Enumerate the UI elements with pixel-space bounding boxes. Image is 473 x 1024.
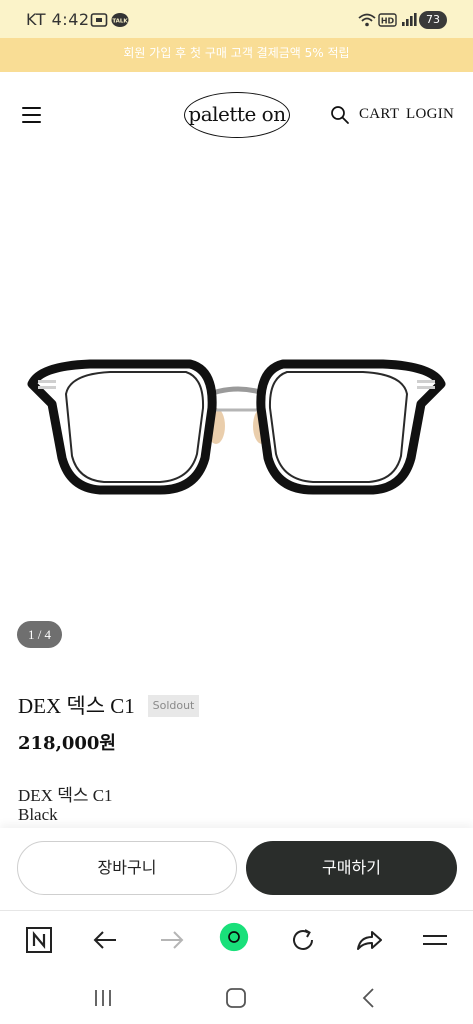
clock: 4:42 bbox=[51, 10, 90, 29]
purchase-bar: 장바구니 구매하기 bbox=[0, 828, 473, 910]
hamburger-menu-icon[interactable] bbox=[22, 106, 42, 124]
screenshot-icon bbox=[90, 12, 108, 28]
share-icon[interactable] bbox=[354, 925, 384, 955]
cart-link[interactable]: CART bbox=[359, 106, 399, 123]
green-dot-icon[interactable] bbox=[219, 922, 255, 958]
talk-icon: TALK bbox=[111, 12, 129, 28]
system-nav-bar bbox=[0, 970, 473, 1024]
carrier-and-time: KT 4:42 bbox=[26, 10, 90, 29]
product-description-line: Black bbox=[18, 805, 58, 824]
product-description-line: DEX 덱스 C1 bbox=[18, 786, 113, 805]
eyeglasses-illustration bbox=[27, 359, 446, 495]
hd-label: HD bbox=[381, 17, 395, 26]
home-icon[interactable] bbox=[223, 986, 249, 1010]
promo-banner[interactable]: 회원 가입 후 첫 구매 고객 결제금액 5% 적립 bbox=[0, 38, 473, 72]
forward-arrow-icon[interactable] bbox=[157, 925, 187, 955]
battery-indicator: 73 bbox=[419, 11, 447, 29]
system-back-icon[interactable] bbox=[356, 986, 382, 1010]
site-logo[interactable]: palette on bbox=[184, 92, 290, 138]
product-image[interactable] bbox=[0, 158, 473, 658]
image-counter: 1 / 4 bbox=[17, 621, 62, 648]
signal-icon bbox=[400, 12, 418, 28]
recent-apps-icon[interactable] bbox=[90, 986, 116, 1010]
site-header: palette on CART LOGIN bbox=[0, 72, 473, 158]
buy-now-button[interactable]: 구매하기 bbox=[246, 841, 457, 895]
hd-icon: HD bbox=[378, 12, 398, 28]
naver-icon[interactable] bbox=[24, 925, 54, 955]
browser-toolbar bbox=[0, 910, 473, 970]
add-to-cart-button[interactable]: 장바구니 bbox=[17, 841, 237, 895]
refresh-icon[interactable] bbox=[288, 925, 318, 955]
status-bar: KT 4:42 TALK HD 73 bbox=[0, 0, 473, 38]
talk-label: TALK bbox=[112, 19, 128, 25]
wifi-icon bbox=[358, 12, 376, 28]
menu-icon[interactable] bbox=[420, 925, 450, 955]
login-link[interactable]: LOGIN bbox=[406, 106, 454, 123]
carrier-label: KT bbox=[26, 10, 47, 29]
back-arrow-icon[interactable] bbox=[90, 925, 120, 955]
search-icon[interactable] bbox=[330, 105, 350, 125]
product-price: 218,000원 bbox=[18, 733, 116, 754]
soldout-badge: Soldout bbox=[148, 695, 199, 717]
product-name: DEX 덱스 C1 bbox=[18, 694, 135, 718]
